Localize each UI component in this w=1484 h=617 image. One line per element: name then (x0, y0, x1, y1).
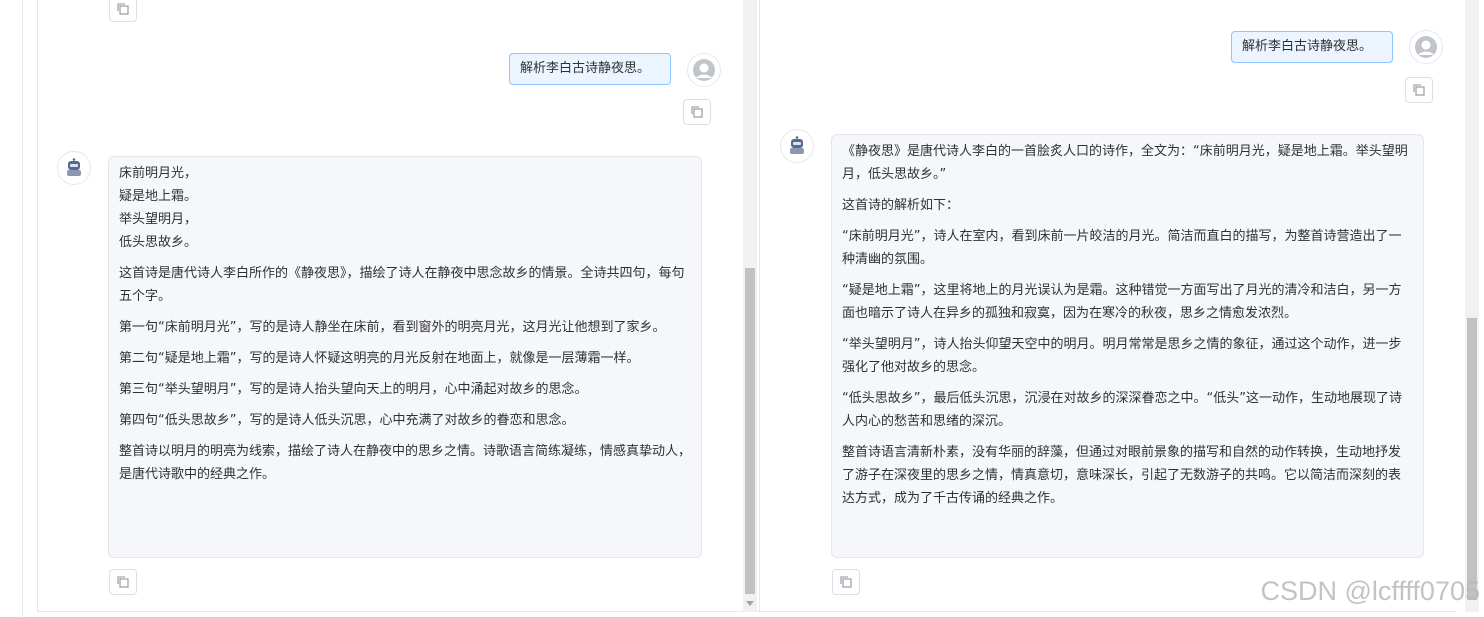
user-avatar-icon (1415, 36, 1437, 58)
poem-line: 疑是地上霜。 (119, 189, 198, 204)
user-message-bubble: 解析李白古诗静夜思。 (1231, 31, 1393, 63)
bot-message-bubble: 床前明月光， 疑是地上霜。 举头望明月， 低头思故乡。 这首诗是唐代诗人李白所作… (108, 156, 702, 558)
bot-paragraph: “疑是地上霜”，这里将地上的月光误认为是霜。这种错觉一方面写出了月光的清冷和洁白… (842, 283, 1402, 321)
copy-icon (117, 3, 129, 15)
copy-icon (1413, 84, 1425, 96)
copy-icon (117, 576, 129, 588)
copy-button[interactable] (683, 99, 711, 125)
user-message-bubble: 解析李白古诗静夜思。 (509, 53, 671, 85)
copy-icon (691, 106, 703, 118)
bot-paragraph: “床前明月光”，诗人在室内，看到床前一片皎洁的月光。简洁而直白的描写，为整首诗营… (842, 229, 1402, 267)
poem-line: 低头思故乡。 (119, 235, 198, 250)
bot-avatar (57, 151, 91, 185)
bot-paragraph: 第一句“床前明月光”，写的是诗人静坐在床前，看到窗外的明亮月光，这月光让他想到了… (119, 320, 666, 335)
bot-paragraph: “举头望明月”，诗人抬头仰望天空中的明月。明月常常是思乡之情的象征，通过这个动作… (842, 337, 1402, 375)
robot-avatar-icon (67, 158, 81, 176)
bot-paragraph: 《静夜思》是唐代诗人李白的一首脍炙人口的诗作，全文为：“床前明月光，疑是地上霜。… (842, 144, 1408, 182)
bot-avatar (780, 129, 814, 163)
bot-paragraph: 整首诗以明月的明亮为线索，描绘了诗人在静夜中的思乡之情。诗歌语言简练凝练，情感真… (119, 444, 692, 482)
left-scrollbar-thumb[interactable] (745, 268, 755, 594)
bot-paragraph: 第四句“低头思故乡”，写的是诗人低头沉思，心中充满了对故乡的眷恋和思念。 (119, 413, 575, 428)
copy-button[interactable] (832, 569, 860, 595)
bot-paragraph: 这首诗的解析如下： (842, 198, 960, 213)
user-avatar (1409, 30, 1443, 64)
copy-button[interactable] (1405, 77, 1433, 103)
poem-line: 床前明月光， (119, 166, 198, 181)
bot-paragraph: 这首诗是唐代诗人李白所作的《静夜思》，描绘了诗人在静夜中思念故乡的情景。全诗共四… (119, 266, 685, 304)
bot-paragraph: “低头思故乡”，最后低头沉思，沉浸在对故乡的深深眷恋之中。“低头”这一动作，生动… (842, 391, 1402, 429)
bot-paragraph: 第三句“举头望明月”，写的是诗人抬头望向天上的明月，心中涌起对故乡的思念。 (119, 382, 588, 397)
poem-line: 举头望明月， (119, 212, 198, 227)
watermark: CSDN @lcffff0705 (1260, 576, 1480, 606)
bot-paragraph: 第二句“疑是地上霜”，写的是诗人怀疑这明亮的月光反射在地面上，就像是一层薄霜一样… (119, 351, 640, 366)
right-scrollbar-thumb[interactable] (1467, 318, 1477, 600)
user-avatar (687, 53, 721, 87)
bot-message-bubble: 《静夜思》是唐代诗人李白的一首脍炙人口的诗作，全文为：“床前明月光，疑是地上霜。… (831, 134, 1424, 558)
right-chat-panel: 解析李白古诗静夜思。 《静夜思》是唐代诗人李白的一首脍炙人口的诗作，全文为：“床… (760, 0, 1465, 612)
right-scrollbar[interactable] (1465, 0, 1479, 612)
scroll-down-arrow-icon[interactable] (746, 601, 754, 606)
copy-button[interactable] (109, 569, 137, 595)
copy-icon (840, 576, 852, 588)
left-chat-panel: 解析李白古诗静夜思。 床前明月光， 疑是地上霜。 举头望明月， 低头思故乡。 这… (37, 0, 757, 612)
copy-button[interactable] (109, 0, 137, 22)
bot-paragraph: 整首诗语言清新朴素，没有华丽的辞藻，但通过对眼前景象的描写和自然的动作转换，生动… (842, 445, 1402, 506)
page-left-border (22, 0, 23, 617)
left-scrollbar[interactable] (743, 0, 757, 612)
user-avatar-icon (693, 59, 715, 81)
robot-avatar-icon (790, 136, 804, 154)
